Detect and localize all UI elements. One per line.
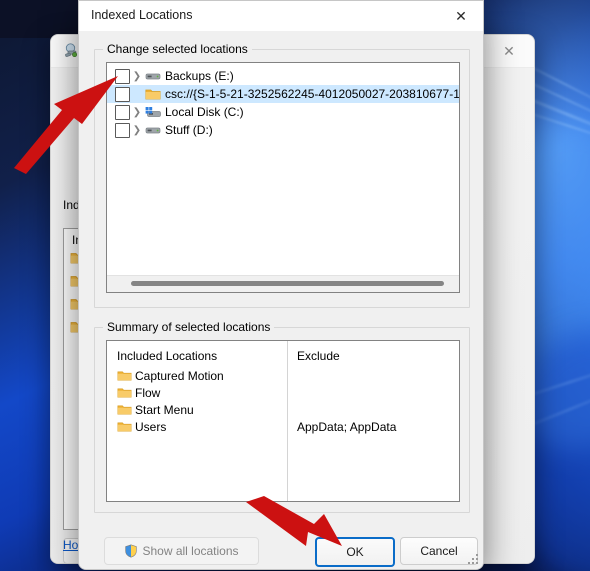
summary-row[interactable]: Captured Motion: [117, 369, 224, 383]
summary-list[interactable]: Included Locations Exclude Captured Moti…: [106, 340, 460, 502]
locations-tree[interactable]: ❯ Backups (E:) csc://{S-1-5-21-325256224…: [106, 62, 460, 293]
folder-icon: [117, 388, 132, 398]
chevron-right-icon[interactable]: ❯: [130, 107, 144, 118]
summary-included-label: Users: [135, 420, 167, 434]
summary-row[interactable]: Flow: [117, 386, 160, 400]
csc-checkbox[interactable]: [115, 86, 130, 102]
tree-label: Stuff (D:): [165, 123, 213, 137]
show-all-locations-label: Show all locations: [142, 544, 239, 558]
indexed-locations-dialog[interactable]: Indexed Locations ✕ Change selected loca…: [78, 0, 484, 570]
summary-row[interactable]: Start Menu: [117, 403, 194, 417]
dialog-titlebar: Indexed Locations ✕: [79, 1, 483, 31]
drive-icon: [144, 124, 162, 136]
tree-row-local-disk-c[interactable]: ❯ Local Disk (C:): [107, 103, 459, 121]
summary-legend: Summary of selected locations: [103, 320, 275, 334]
dialog-title: Indexed Locations: [91, 8, 193, 22]
ok-button[interactable]: OK: [315, 537, 395, 567]
summary-exclude-value: AppData; AppData: [297, 420, 397, 434]
folder-icon: [117, 422, 132, 432]
tree-row-csc[interactable]: csc://{S-1-5-21-3252562245-4012050027-20…: [107, 85, 459, 103]
ok-label: OK: [346, 545, 364, 559]
dialog-resize-grip[interactable]: [468, 554, 480, 566]
uac-shield-icon: [125, 544, 138, 558]
summary-included-label: Start Menu: [135, 403, 194, 417]
cancel-label: Cancel: [420, 544, 458, 558]
show-all-locations-button[interactable]: Show all locations: [104, 537, 259, 565]
checkbox-backups-e[interactable]: [115, 68, 130, 84]
folder-icon: [117, 405, 132, 415]
chevron-right-icon[interactable]: ❯: [130, 125, 144, 136]
bg-window-close-button[interactable]: ✕: [492, 39, 526, 63]
checkbox-local-disk-c[interactable]: [115, 104, 130, 120]
tree-label: Local Disk (C:): [165, 105, 244, 119]
summary-header-included: Included Locations: [117, 349, 218, 363]
tree-row-backups-e[interactable]: ❯ Backups (E:): [107, 67, 459, 85]
summary-header-exclude: Exclude: [297, 349, 340, 363]
dialog-close-button[interactable]: ✕: [439, 1, 483, 31]
tree-label: Backups (E:): [165, 69, 234, 83]
summary-included-label: Captured Motion: [135, 369, 224, 383]
windows-drive-icon: [144, 106, 162, 119]
drive-icon: [144, 70, 162, 82]
checkbox-stuff-d[interactable]: [115, 122, 130, 138]
chevron-right-icon[interactable]: ❯: [130, 71, 144, 82]
folder-icon: [144, 88, 162, 101]
scrollbar-thumb[interactable]: [131, 281, 444, 286]
tree-horizontal-scrollbar[interactable]: [107, 275, 459, 292]
summary-column-divider: [287, 341, 288, 501]
summary-included-label: Flow: [135, 386, 161, 400]
dialog-body: Change selected locations ❯ Backups (E:): [79, 31, 483, 569]
cancel-button[interactable]: Cancel: [400, 537, 478, 565]
summary-group: Summary of selected locations Included L…: [94, 320, 470, 513]
summary-row[interactable]: Users: [117, 420, 166, 434]
change-selected-locations-group: Change selected locations ❯ Backups (E:): [94, 42, 470, 308]
tree-label: csc://{S-1-5-21-3252562245-4012050027-20…: [165, 87, 460, 101]
folder-icon: [117, 371, 132, 381]
tree-row-stuff-d[interactable]: ❯ Stuff (D:): [107, 121, 459, 139]
change-selected-locations-legend: Change selected locations: [103, 42, 252, 56]
